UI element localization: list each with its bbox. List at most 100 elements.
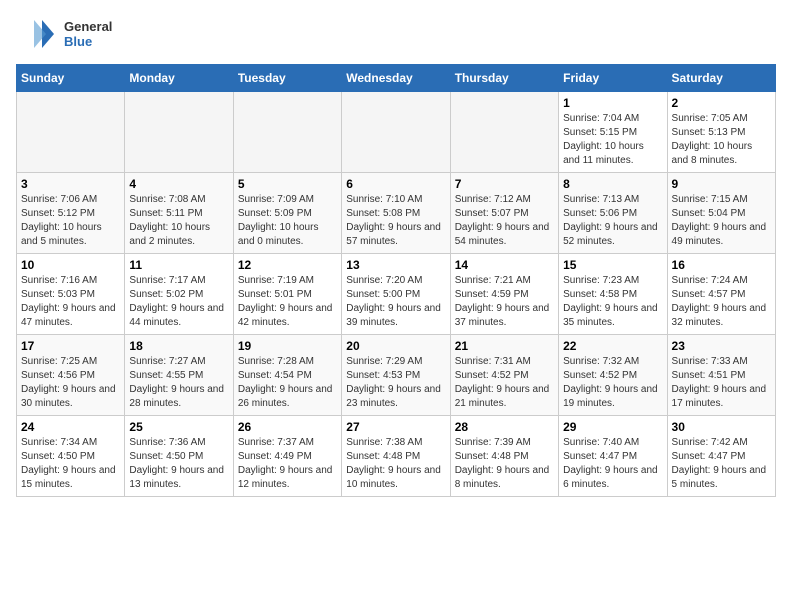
cell-day-number: 11 xyxy=(129,258,228,272)
cell-info: Sunrise: 7:40 AM Sunset: 4:47 PM Dayligh… xyxy=(563,436,662,492)
cell-info: Sunrise: 7:20 AM Sunset: 5:00 PM Dayligh… xyxy=(346,274,445,330)
cell-info: Sunrise: 7:32 AM Sunset: 4:52 PM Dayligh… xyxy=(563,355,662,411)
cell-info: Sunrise: 7:15 AM Sunset: 5:04 PM Dayligh… xyxy=(672,193,771,249)
calendar-cell: 21Sunrise: 7:31 AM Sunset: 4:52 PM Dayli… xyxy=(450,335,558,416)
calendar-cell xyxy=(125,92,233,173)
calendar-cell: 29 Sunrise: 7:40 AM Sunset: 4:47 PM Dayli… xyxy=(559,416,667,497)
cell-day-number: 3 xyxy=(21,177,120,191)
calendar-cell: 3 Sunrise: 7:06 AM Sunset: 5:12 PM Daylig… xyxy=(17,173,125,254)
calendar-cell: 17 Sunrise: 7:25 AM Sunset: 4:56 PM Dayli… xyxy=(17,335,125,416)
cell-info: Sunrise: 7:23 AM Sunset: 4:58 PM Dayligh… xyxy=(563,274,662,330)
cell-day-number: 16 xyxy=(672,258,771,272)
calendar-cell: 13 Sunrise: 7:20 AM Sunset: 5:00 PM Dayli… xyxy=(342,254,450,335)
cell-info: Sunrise: 7:33 AM Sunset: 4:51 PM Dayligh… xyxy=(672,355,771,411)
calendar-cell: 7 Sunrise: 7:12 AM Sunset: 5:07 PM Daylig… xyxy=(450,173,558,254)
calendar-cell xyxy=(450,92,558,173)
cell-day-number: 23 xyxy=(672,339,771,353)
logo-text: GeneralBlue xyxy=(64,19,112,49)
calendar-cell: 27 Sunrise: 7:38 AM Sunset: 4:48 PM Dayli… xyxy=(342,416,450,497)
calendar-week-2: 3 Sunrise: 7:06 AM Sunset: 5:12 PM Daylig… xyxy=(17,173,776,254)
cell-day-number: 24 xyxy=(21,420,120,434)
cell-info: Sunrise: 7:42 AM Sunset: 4:47 PM Dayligh… xyxy=(672,436,771,492)
calendar-cell xyxy=(17,92,125,173)
cell-info: Sunrise: 7:28 AM Sunset: 4:54 PM Dayligh… xyxy=(238,355,337,411)
calendar-cell: 25 Sunrise: 7:36 AM Sunset: 4:50 PM Dayli… xyxy=(125,416,233,497)
cell-day-number: 15 xyxy=(563,258,662,272)
cell-day-number: 17 xyxy=(21,339,120,353)
cell-day-number: 7 xyxy=(455,177,554,191)
calendar-week-5: 24 Sunrise: 7:34 AM Sunset: 4:50 PM Dayli… xyxy=(17,416,776,497)
cell-info: Sunrise: 7:31 AM Sunset: 4:52 PM Dayligh… xyxy=(455,355,554,411)
logo: GeneralBlue xyxy=(16,16,112,52)
calendar-cell: 14 Sunrise: 7:21 AM Sunset: 4:59 PM Dayli… xyxy=(450,254,558,335)
cell-day-number: 25 xyxy=(129,420,228,434)
header: GeneralBlue xyxy=(16,16,776,52)
cell-day-number: 8 xyxy=(563,177,662,191)
calendar-cell: 5Sunrise: 7:09 AM Sunset: 5:09 PM Daylig… xyxy=(233,173,341,254)
cell-info: Sunrise: 7:08 AM Sunset: 5:11 PM Dayligh… xyxy=(129,193,228,249)
cell-day-number: 1 xyxy=(563,96,662,110)
calendar-cell: 30 Sunrise: 7:42 AM Sunset: 4:47 PM Dayli… xyxy=(667,416,775,497)
calendar-week-4: 17 Sunrise: 7:25 AM Sunset: 4:56 PM Dayli… xyxy=(17,335,776,416)
cell-info: Sunrise: 7:34 AM Sunset: 4:50 PM Dayligh… xyxy=(21,436,120,492)
calendar-table: SundayMondayTuesdayWednesdayThursdayFrid… xyxy=(16,64,776,497)
cell-info: Sunrise: 7:17 AM Sunset: 5:02 PM Dayligh… xyxy=(129,274,228,330)
calendar-cell: 6 Sunrise: 7:10 AM Sunset: 5:08 PM Daylig… xyxy=(342,173,450,254)
weekday-header-saturday: Saturday xyxy=(667,65,775,92)
weekday-header-thursday: Thursday xyxy=(450,65,558,92)
calendar-cell: 20 Sunrise: 7:29 AM Sunset: 4:53 PM Dayli… xyxy=(342,335,450,416)
cell-info: Sunrise: 7:09 AM Sunset: 5:09 PM Dayligh… xyxy=(238,193,337,249)
calendar-cell: 9 Sunrise: 7:15 AM Sunset: 5:04 PM Daylig… xyxy=(667,173,775,254)
cell-info: Sunrise: 7:29 AM Sunset: 4:53 PM Dayligh… xyxy=(346,355,445,411)
calendar-week-1: 1 Sunrise: 7:04 AM Sunset: 5:15 PM Daylig… xyxy=(17,92,776,173)
cell-day-number: 19 xyxy=(238,339,337,353)
logo-blue-text: Blue xyxy=(64,34,112,49)
calendar-cell: 26 Sunrise: 7:37 AM Sunset: 4:49 PM Dayli… xyxy=(233,416,341,497)
cell-info: Sunrise: 7:19 AM Sunset: 5:01 PM Dayligh… xyxy=(238,274,337,330)
calendar-cell: 4 Sunrise: 7:08 AM Sunset: 5:11 PM Daylig… xyxy=(125,173,233,254)
logo-general-text: General xyxy=(64,19,112,34)
cell-day-number: 26 xyxy=(238,420,337,434)
calendar-cell xyxy=(233,92,341,173)
logo-svg xyxy=(16,16,58,52)
cell-day-number: 28 xyxy=(455,420,554,434)
weekday-header-friday: Friday xyxy=(559,65,667,92)
weekday-header-tuesday: Tuesday xyxy=(233,65,341,92)
calendar-cell: 1 Sunrise: 7:04 AM Sunset: 5:15 PM Daylig… xyxy=(559,92,667,173)
calendar-cell: 15 Sunrise: 7:23 AM Sunset: 4:58 PM Dayli… xyxy=(559,254,667,335)
cell-info: Sunrise: 7:38 AM Sunset: 4:48 PM Dayligh… xyxy=(346,436,445,492)
cell-day-number: 13 xyxy=(346,258,445,272)
weekday-header-sunday: Sunday xyxy=(17,65,125,92)
calendar-cell: 16 Sunrise: 7:24 AM Sunset: 4:57 PM Dayli… xyxy=(667,254,775,335)
cell-day-number: 6 xyxy=(346,177,445,191)
cell-info: Sunrise: 7:12 AM Sunset: 5:07 PM Dayligh… xyxy=(455,193,554,249)
calendar-cell: 18 Sunrise: 7:27 AM Sunset: 4:55 PM Dayli… xyxy=(125,335,233,416)
cell-day-number: 9 xyxy=(672,177,771,191)
cell-info: Sunrise: 7:37 AM Sunset: 4:49 PM Dayligh… xyxy=(238,436,337,492)
cell-day-number: 29 xyxy=(563,420,662,434)
cell-day-number: 30 xyxy=(672,420,771,434)
calendar-week-3: 10Sunrise: 7:16 AM Sunset: 5:03 PM Dayli… xyxy=(17,254,776,335)
cell-info: Sunrise: 7:24 AM Sunset: 4:57 PM Dayligh… xyxy=(672,274,771,330)
calendar-cell: 23 Sunrise: 7:33 AM Sunset: 4:51 PM Dayli… xyxy=(667,335,775,416)
cell-day-number: 27 xyxy=(346,420,445,434)
cell-info: Sunrise: 7:13 AM Sunset: 5:06 PM Dayligh… xyxy=(563,193,662,249)
cell-day-number: 12 xyxy=(238,258,337,272)
calendar-cell: 22Sunrise: 7:32 AM Sunset: 4:52 PM Dayli… xyxy=(559,335,667,416)
cell-day-number: 20 xyxy=(346,339,445,353)
calendar-cell: 28Sunrise: 7:39 AM Sunset: 4:48 PM Dayli… xyxy=(450,416,558,497)
cell-day-number: 18 xyxy=(129,339,228,353)
cell-info: Sunrise: 7:06 AM Sunset: 5:12 PM Dayligh… xyxy=(21,193,120,249)
cell-info: Sunrise: 7:10 AM Sunset: 5:08 PM Dayligh… xyxy=(346,193,445,249)
cell-info: Sunrise: 7:04 AM Sunset: 5:15 PM Dayligh… xyxy=(563,112,662,168)
cell-info: Sunrise: 7:36 AM Sunset: 4:50 PM Dayligh… xyxy=(129,436,228,492)
cell-day-number: 2 xyxy=(672,96,771,110)
calendar-cell: 12 Sunrise: 7:19 AM Sunset: 5:01 PM Dayli… xyxy=(233,254,341,335)
cell-day-number: 14 xyxy=(455,258,554,272)
cell-info: Sunrise: 7:21 AM Sunset: 4:59 PM Dayligh… xyxy=(455,274,554,330)
cell-info: Sunrise: 7:16 AM Sunset: 5:03 PM Dayligh… xyxy=(21,274,120,330)
weekday-header-wednesday: Wednesday xyxy=(342,65,450,92)
cell-info: Sunrise: 7:27 AM Sunset: 4:55 PM Dayligh… xyxy=(129,355,228,411)
cell-day-number: 4 xyxy=(129,177,228,191)
cell-info: Sunrise: 7:25 AM Sunset: 4:56 PM Dayligh… xyxy=(21,355,120,411)
